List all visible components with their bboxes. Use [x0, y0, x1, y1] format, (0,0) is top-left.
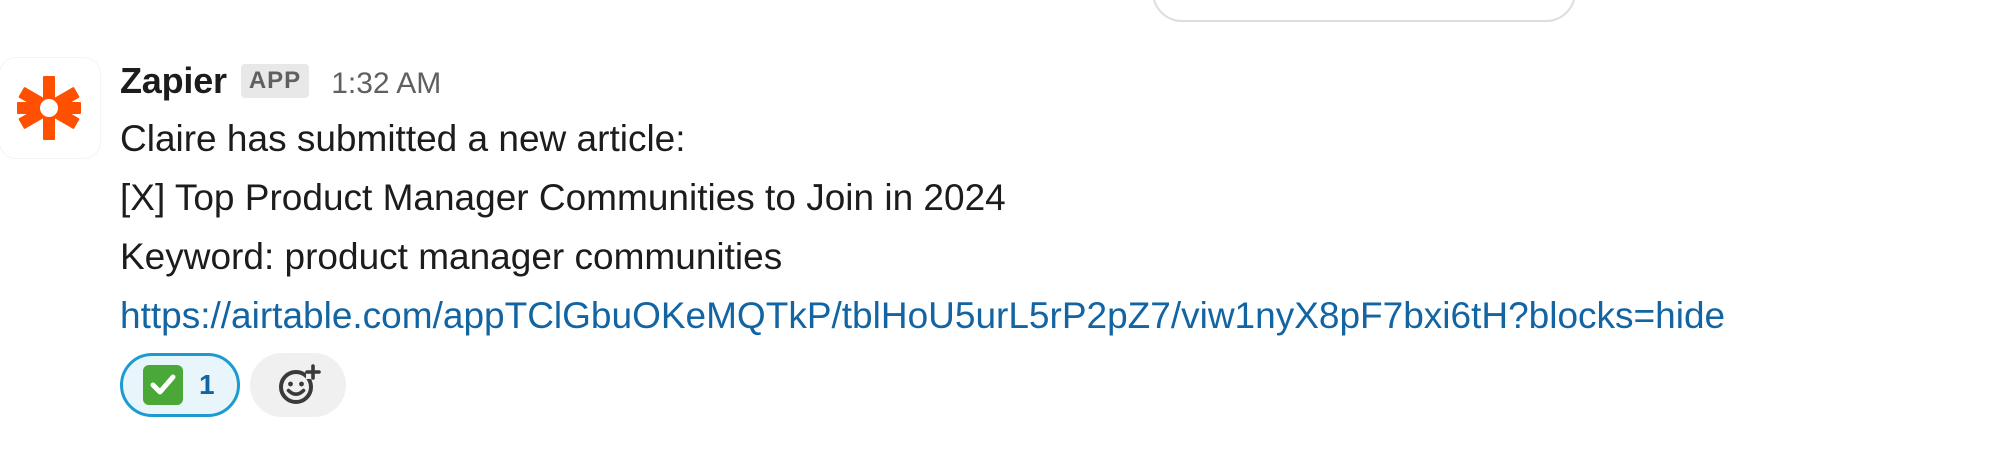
- message-line: [X] Top Product Manager Communities to J…: [120, 177, 1006, 218]
- add-reaction-button[interactable]: [250, 353, 346, 417]
- message: Zapier APP 1:32 AM Claire has submitted …: [120, 56, 1980, 417]
- timestamp[interactable]: 1:32 AM: [331, 67, 441, 101]
- airtable-link[interactable]: https://airtable.com/appTClGbuOKeMQTkP/t…: [120, 295, 1725, 336]
- message-line: Claire has submitted a new article:: [120, 118, 686, 159]
- white-check-mark-icon: [143, 365, 183, 405]
- app-badge: APP: [240, 64, 310, 98]
- reaction-check[interactable]: 1: [120, 353, 240, 417]
- reactions-bar: 1: [120, 353, 1980, 417]
- reaction-count: 1: [199, 369, 215, 400]
- message-line: Keyword: product manager communities: [120, 236, 783, 277]
- zapier-asterisk-icon: [17, 76, 81, 140]
- avatar[interactable]: [0, 58, 100, 158]
- add-reaction-icon: [279, 364, 321, 404]
- message-pane: Zapier APP 1:32 AM Claire has submitted …: [0, 0, 2000, 472]
- message-header: Zapier APP 1:32 AM: [120, 56, 1980, 106]
- date-divider-pill[interactable]: [1152, 0, 1576, 22]
- sender-name[interactable]: Zapier: [120, 60, 227, 102]
